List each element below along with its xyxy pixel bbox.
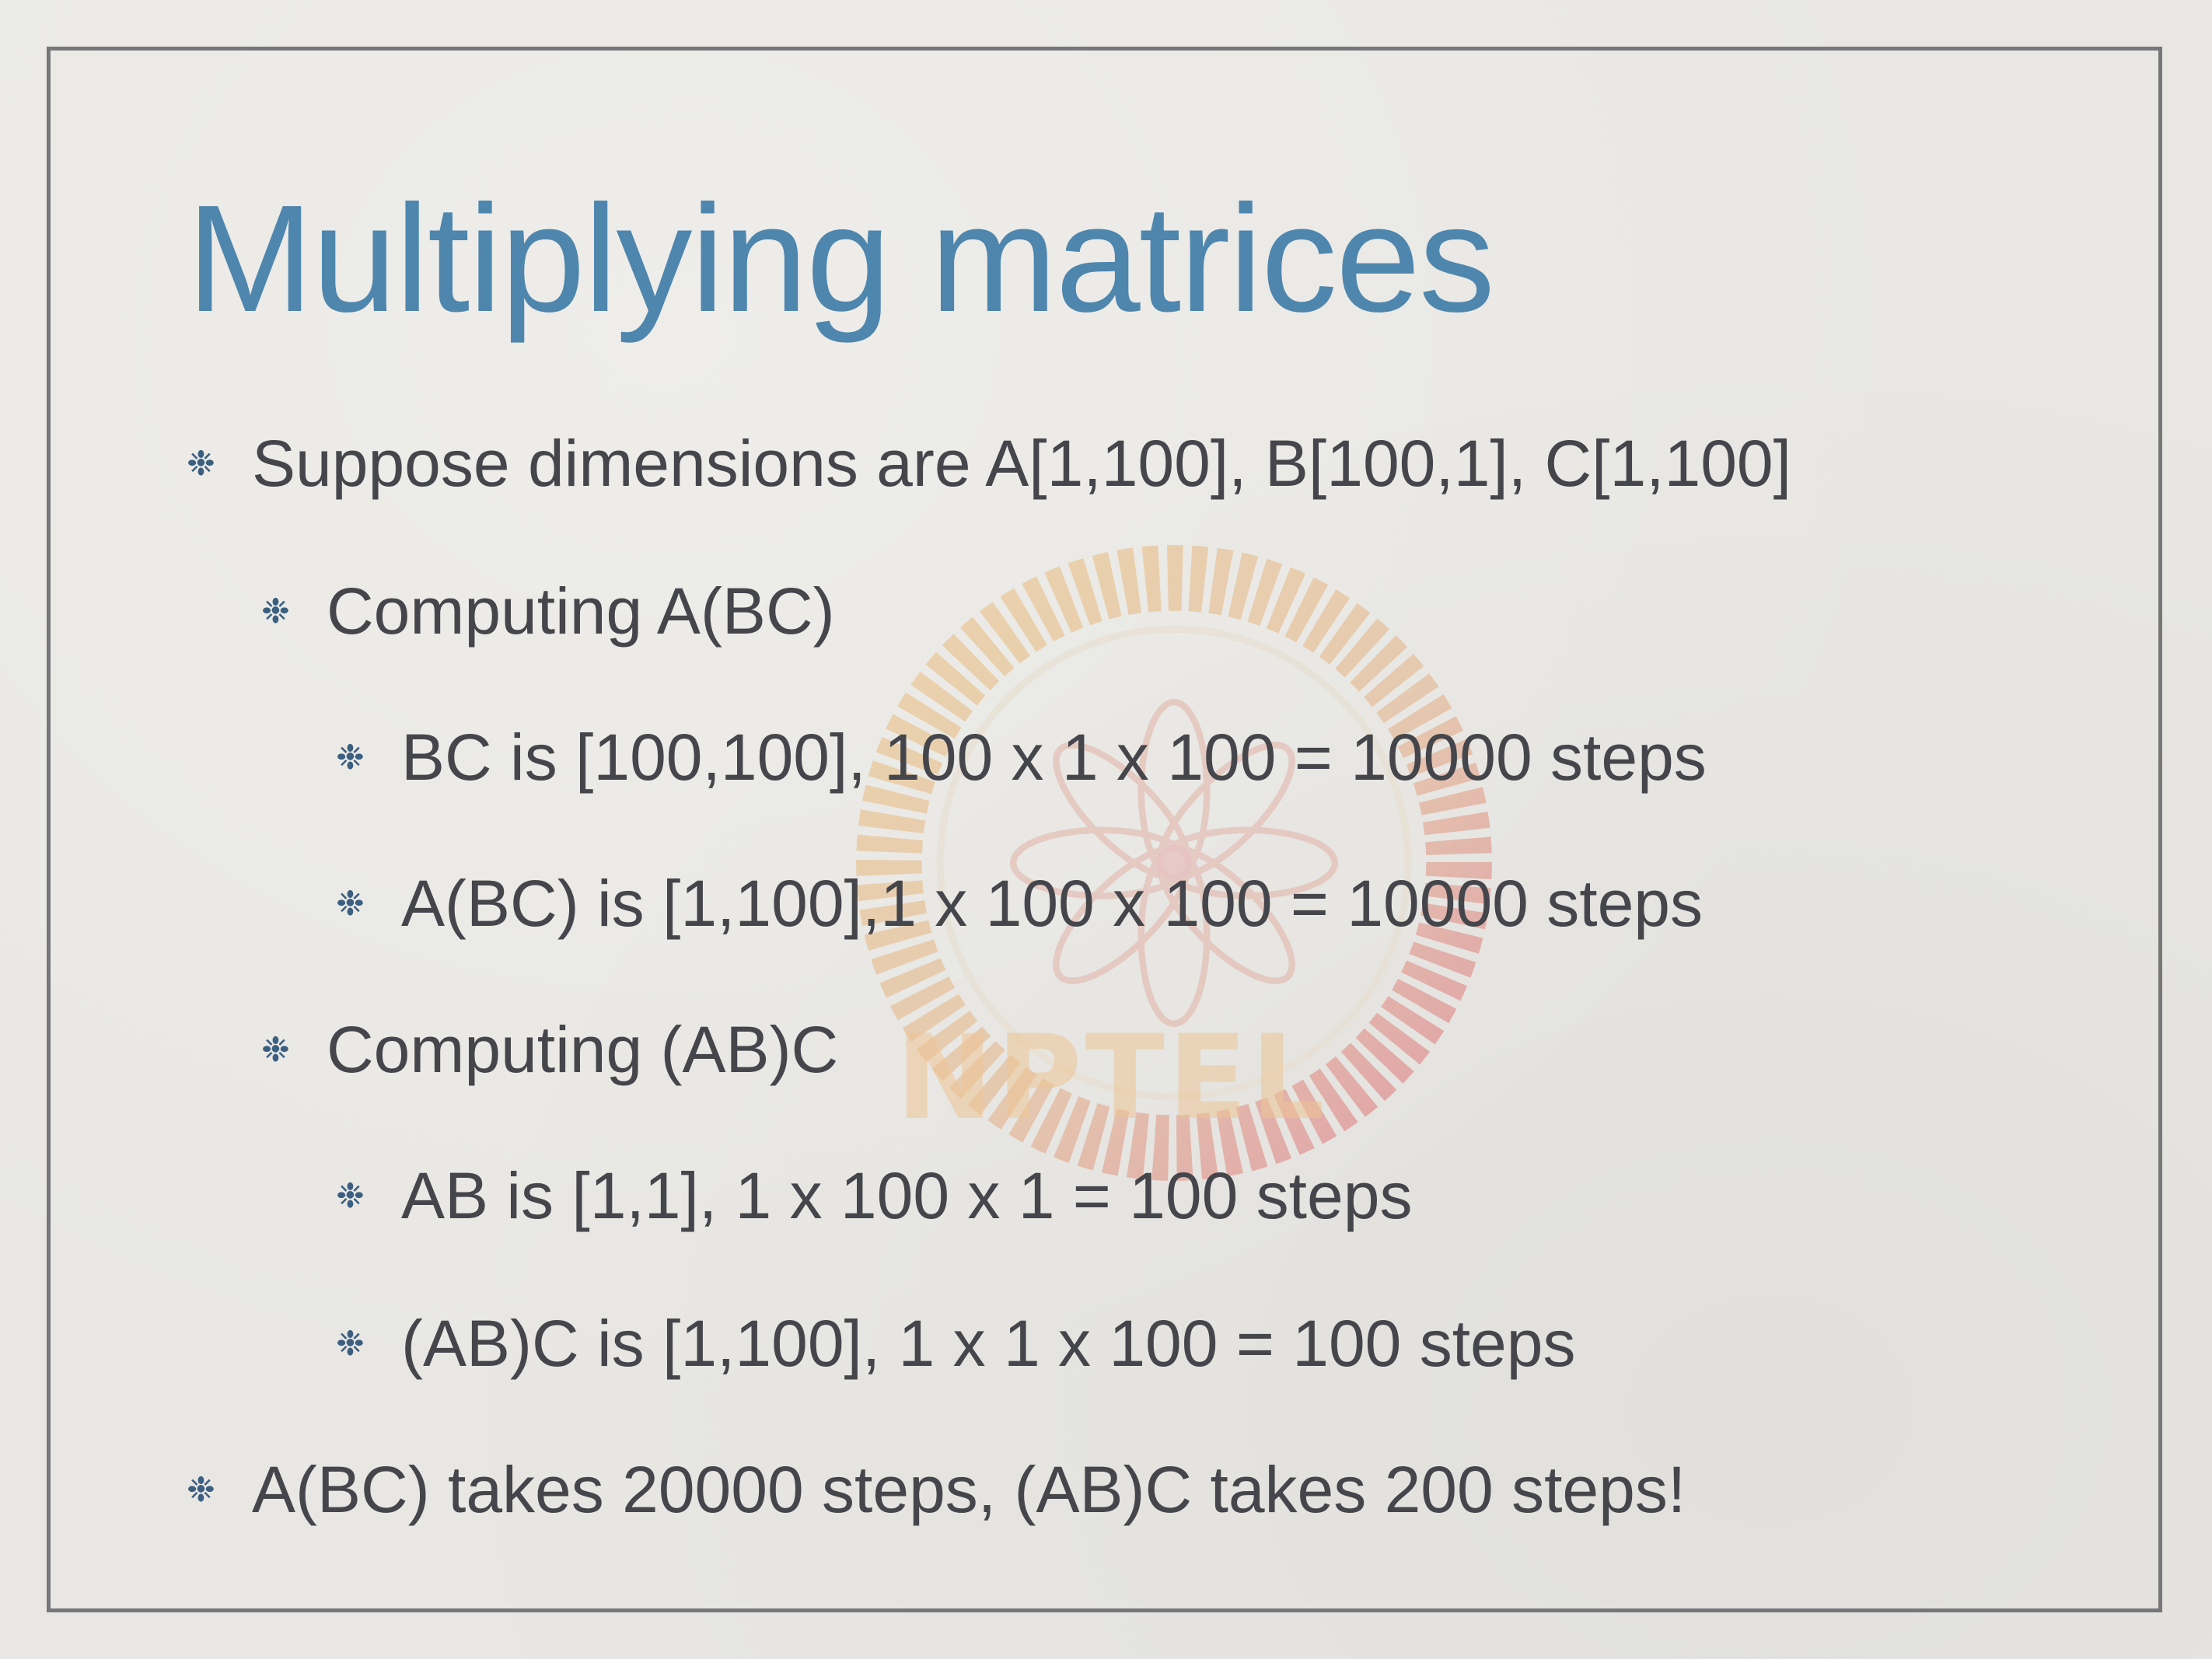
bullet-level-1: ❉ Suppose dimensions are A[1,100], B[100… — [187, 426, 1791, 501]
nptel-watermark-text: NPTEL — [896, 1011, 1328, 1146]
bullet-level-2: ❉ Computing A(BC) — [261, 574, 835, 649]
bullet-icon: ❉ — [336, 885, 365, 923]
bullet-icon: ❉ — [336, 1177, 365, 1215]
slide: NPTEL Multiplying matrices ❉ Suppose dim… — [0, 0, 2212, 1659]
bullet-icon: ❉ — [261, 1031, 290, 1069]
bullet-text: Computing A(BC) — [327, 575, 835, 648]
bullet-text: BC is [100,100], 100 x 1 x 100 = 10000 s… — [401, 721, 1707, 794]
bullet-text: AB is [1,1], 1 x 100 x 1 = 100 steps — [401, 1159, 1413, 1232]
bullet-text: Suppose dimensions are A[1,100], B[100,1… — [252, 427, 1791, 500]
bullet-icon: ❉ — [261, 592, 290, 630]
bullet-icon: ❉ — [187, 1471, 215, 1509]
bullet-level-2: ❉ Computing (AB)C — [261, 1012, 838, 1088]
bullet-level-1: ❉ A(BC) takes 20000 steps, (AB)C takes 2… — [187, 1452, 1686, 1528]
bullet-level-3: ❉ (AB)C is [1,100], 1 x 1 x 100 = 100 st… — [336, 1306, 1575, 1381]
bullet-icon: ❉ — [336, 739, 365, 777]
bullet-text: Computing (AB)C — [327, 1013, 839, 1086]
bullet-text: A(BC) is [1,100],1 x 100 x 100 = 10000 s… — [401, 867, 1704, 940]
bullet-icon: ❉ — [336, 1325, 365, 1363]
slide-title: Multiplying matrices — [187, 173, 1495, 344]
bullet-level-3: ❉ BC is [100,100], 100 x 1 x 100 = 10000… — [336, 720, 1707, 795]
bullet-icon: ❉ — [187, 445, 215, 483]
bullet-text: (AB)C is [1,100], 1 x 1 x 100 = 100 step… — [401, 1307, 1576, 1380]
bullet-text: A(BC) takes 20000 steps, (AB)C takes 200… — [252, 1453, 1686, 1526]
bullet-level-3: ❉ AB is [1,1], 1 x 100 x 1 = 100 steps — [336, 1158, 1412, 1234]
bullet-level-3: ❉ A(BC) is [1,100],1 x 100 x 100 = 10000… — [336, 866, 1703, 941]
